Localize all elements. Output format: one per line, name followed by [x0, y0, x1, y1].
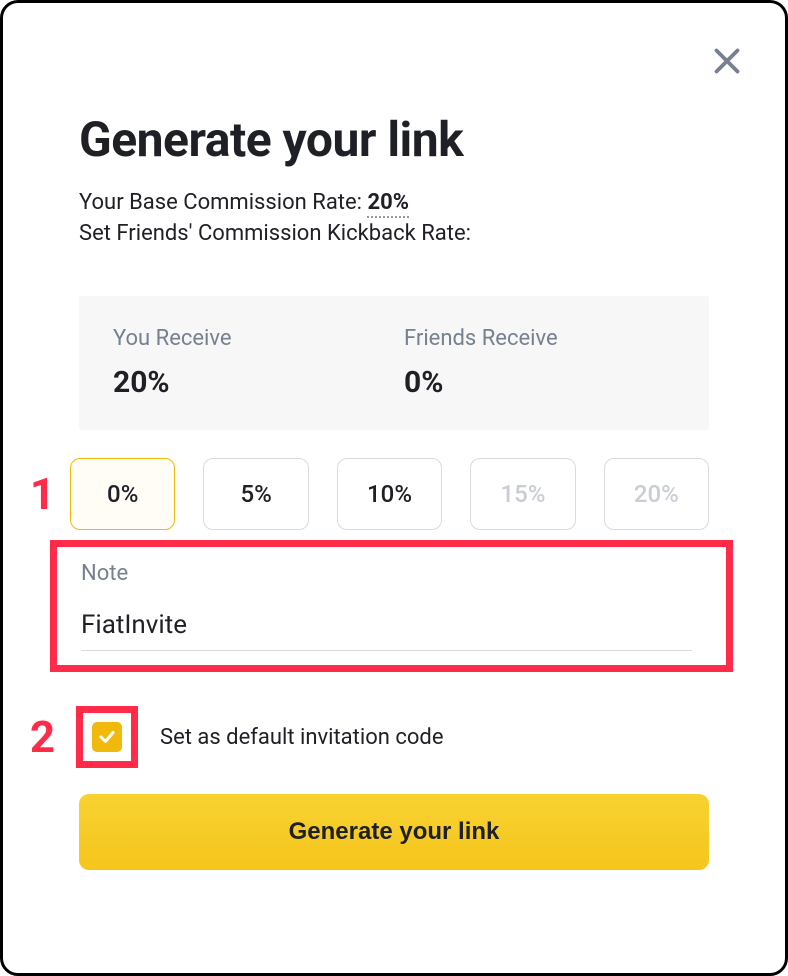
- you-receive-label: You Receive: [113, 326, 384, 351]
- option-10pct[interactable]: 10%: [337, 458, 442, 530]
- kickback-options: 0% 5% 10% 15% 20%: [70, 458, 709, 530]
- option-0pct[interactable]: 0%: [70, 458, 175, 530]
- you-receive-value: 20%: [113, 365, 384, 400]
- option-5pct[interactable]: 5%: [203, 458, 308, 530]
- receive-panel: You Receive 20% Friends Receive 0%: [79, 296, 709, 430]
- friends-receive-label: Friends Receive: [404, 326, 675, 351]
- default-checkbox[interactable]: [92, 722, 122, 752]
- close-icon[interactable]: [709, 43, 745, 79]
- base-rate-value: 20%: [367, 190, 409, 218]
- note-input[interactable]: FiatInvite: [81, 610, 692, 651]
- base-rate-line: Your Base Commission Rate: 20%: [79, 190, 709, 215]
- default-checkbox-label: Set as default invitation code: [160, 725, 444, 750]
- kickback-label: Set Friends' Commission Kickback Rate:: [79, 221, 709, 246]
- annotation-marker-1: 1: [15, 472, 70, 516]
- note-label: Note: [81, 561, 692, 586]
- base-rate-label: Your Base Commission Rate:: [79, 190, 362, 215]
- checkbox-highlight-frame: [76, 706, 138, 768]
- option-20pct[interactable]: 20%: [604, 458, 709, 530]
- note-highlight-frame: Note FiatInvite: [50, 540, 733, 672]
- option-15pct[interactable]: 15%: [470, 458, 575, 530]
- friends-receive-value: 0%: [404, 365, 675, 400]
- generate-link-button[interactable]: Generate your link: [79, 794, 709, 870]
- page-title: Generate your link: [79, 111, 709, 168]
- annotation-marker-2: 2: [15, 715, 70, 759]
